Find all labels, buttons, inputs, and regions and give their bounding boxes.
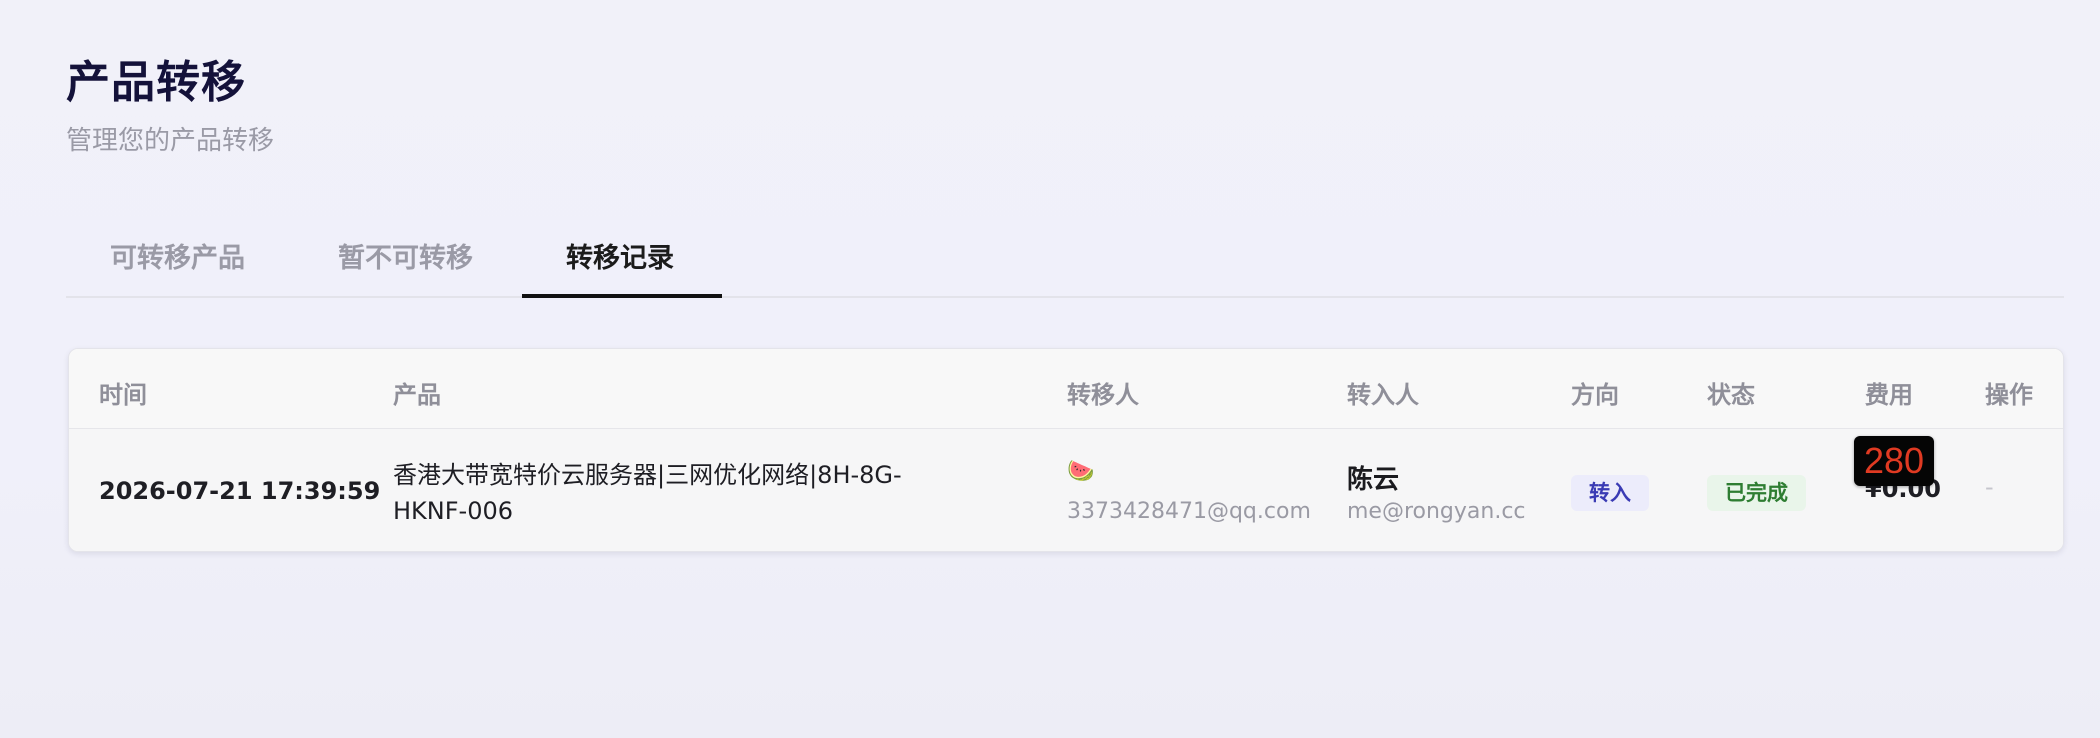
transfer-records-table: 时间 产品 转移人 转入人 方向 状态 费用 操作 2026-07-21 17:… (68, 348, 2064, 552)
direction-badge: 转入 (1571, 475, 1649, 511)
action-placeholder: - (1985, 473, 1994, 501)
table-row: 2026-07-21 17:39:59 香港大带宽特价云服务器|三网优化网络|8… (69, 429, 2063, 551)
product-name: 香港大带宽特价云服务器|三网优化网络|8H-8G-HKNF-006 (393, 461, 902, 525)
column-header-action: 操作 (1985, 381, 2033, 409)
page-subtitle: 管理您的产品转移 (66, 126, 275, 156)
from-user-email: 3373428471@qq.com (1067, 499, 1311, 524)
to-user-email: me@rongyan.cc (1347, 499, 1526, 524)
column-header-product: 产品 (393, 381, 441, 409)
to-user-name: 陈云 (1347, 465, 1400, 495)
tab-not-transferable[interactable]: 暂不可转移 (338, 236, 473, 275)
fee-tooltip: 280 (1854, 436, 1934, 486)
tab-transferable-products[interactable]: 可转移产品 (110, 236, 245, 275)
tab-transfer-records[interactable]: 转移记录 (566, 236, 674, 275)
status-badge: 已完成 (1707, 475, 1806, 511)
column-header-from: 转移人 (1067, 381, 1139, 409)
watermelon-icon: 🍉 (1067, 459, 1095, 484)
column-header-status: 状态 (1707, 381, 1755, 409)
column-header-time: 时间 (99, 381, 147, 409)
tab-bar: 可转移产品 暂不可转移 转移记录 (66, 218, 2064, 298)
transfer-time: 2026-07-21 17:39:59 (99, 477, 381, 505)
active-tab-indicator (522, 294, 722, 298)
page-title: 产品转移 (66, 57, 246, 108)
column-header-to: 转入人 (1347, 381, 1419, 409)
table-header: 时间 产品 转移人 转入人 方向 状态 费用 操作 (69, 349, 2063, 429)
column-header-fee: 费用 (1865, 381, 1913, 409)
column-header-direction: 方向 (1571, 381, 1619, 409)
